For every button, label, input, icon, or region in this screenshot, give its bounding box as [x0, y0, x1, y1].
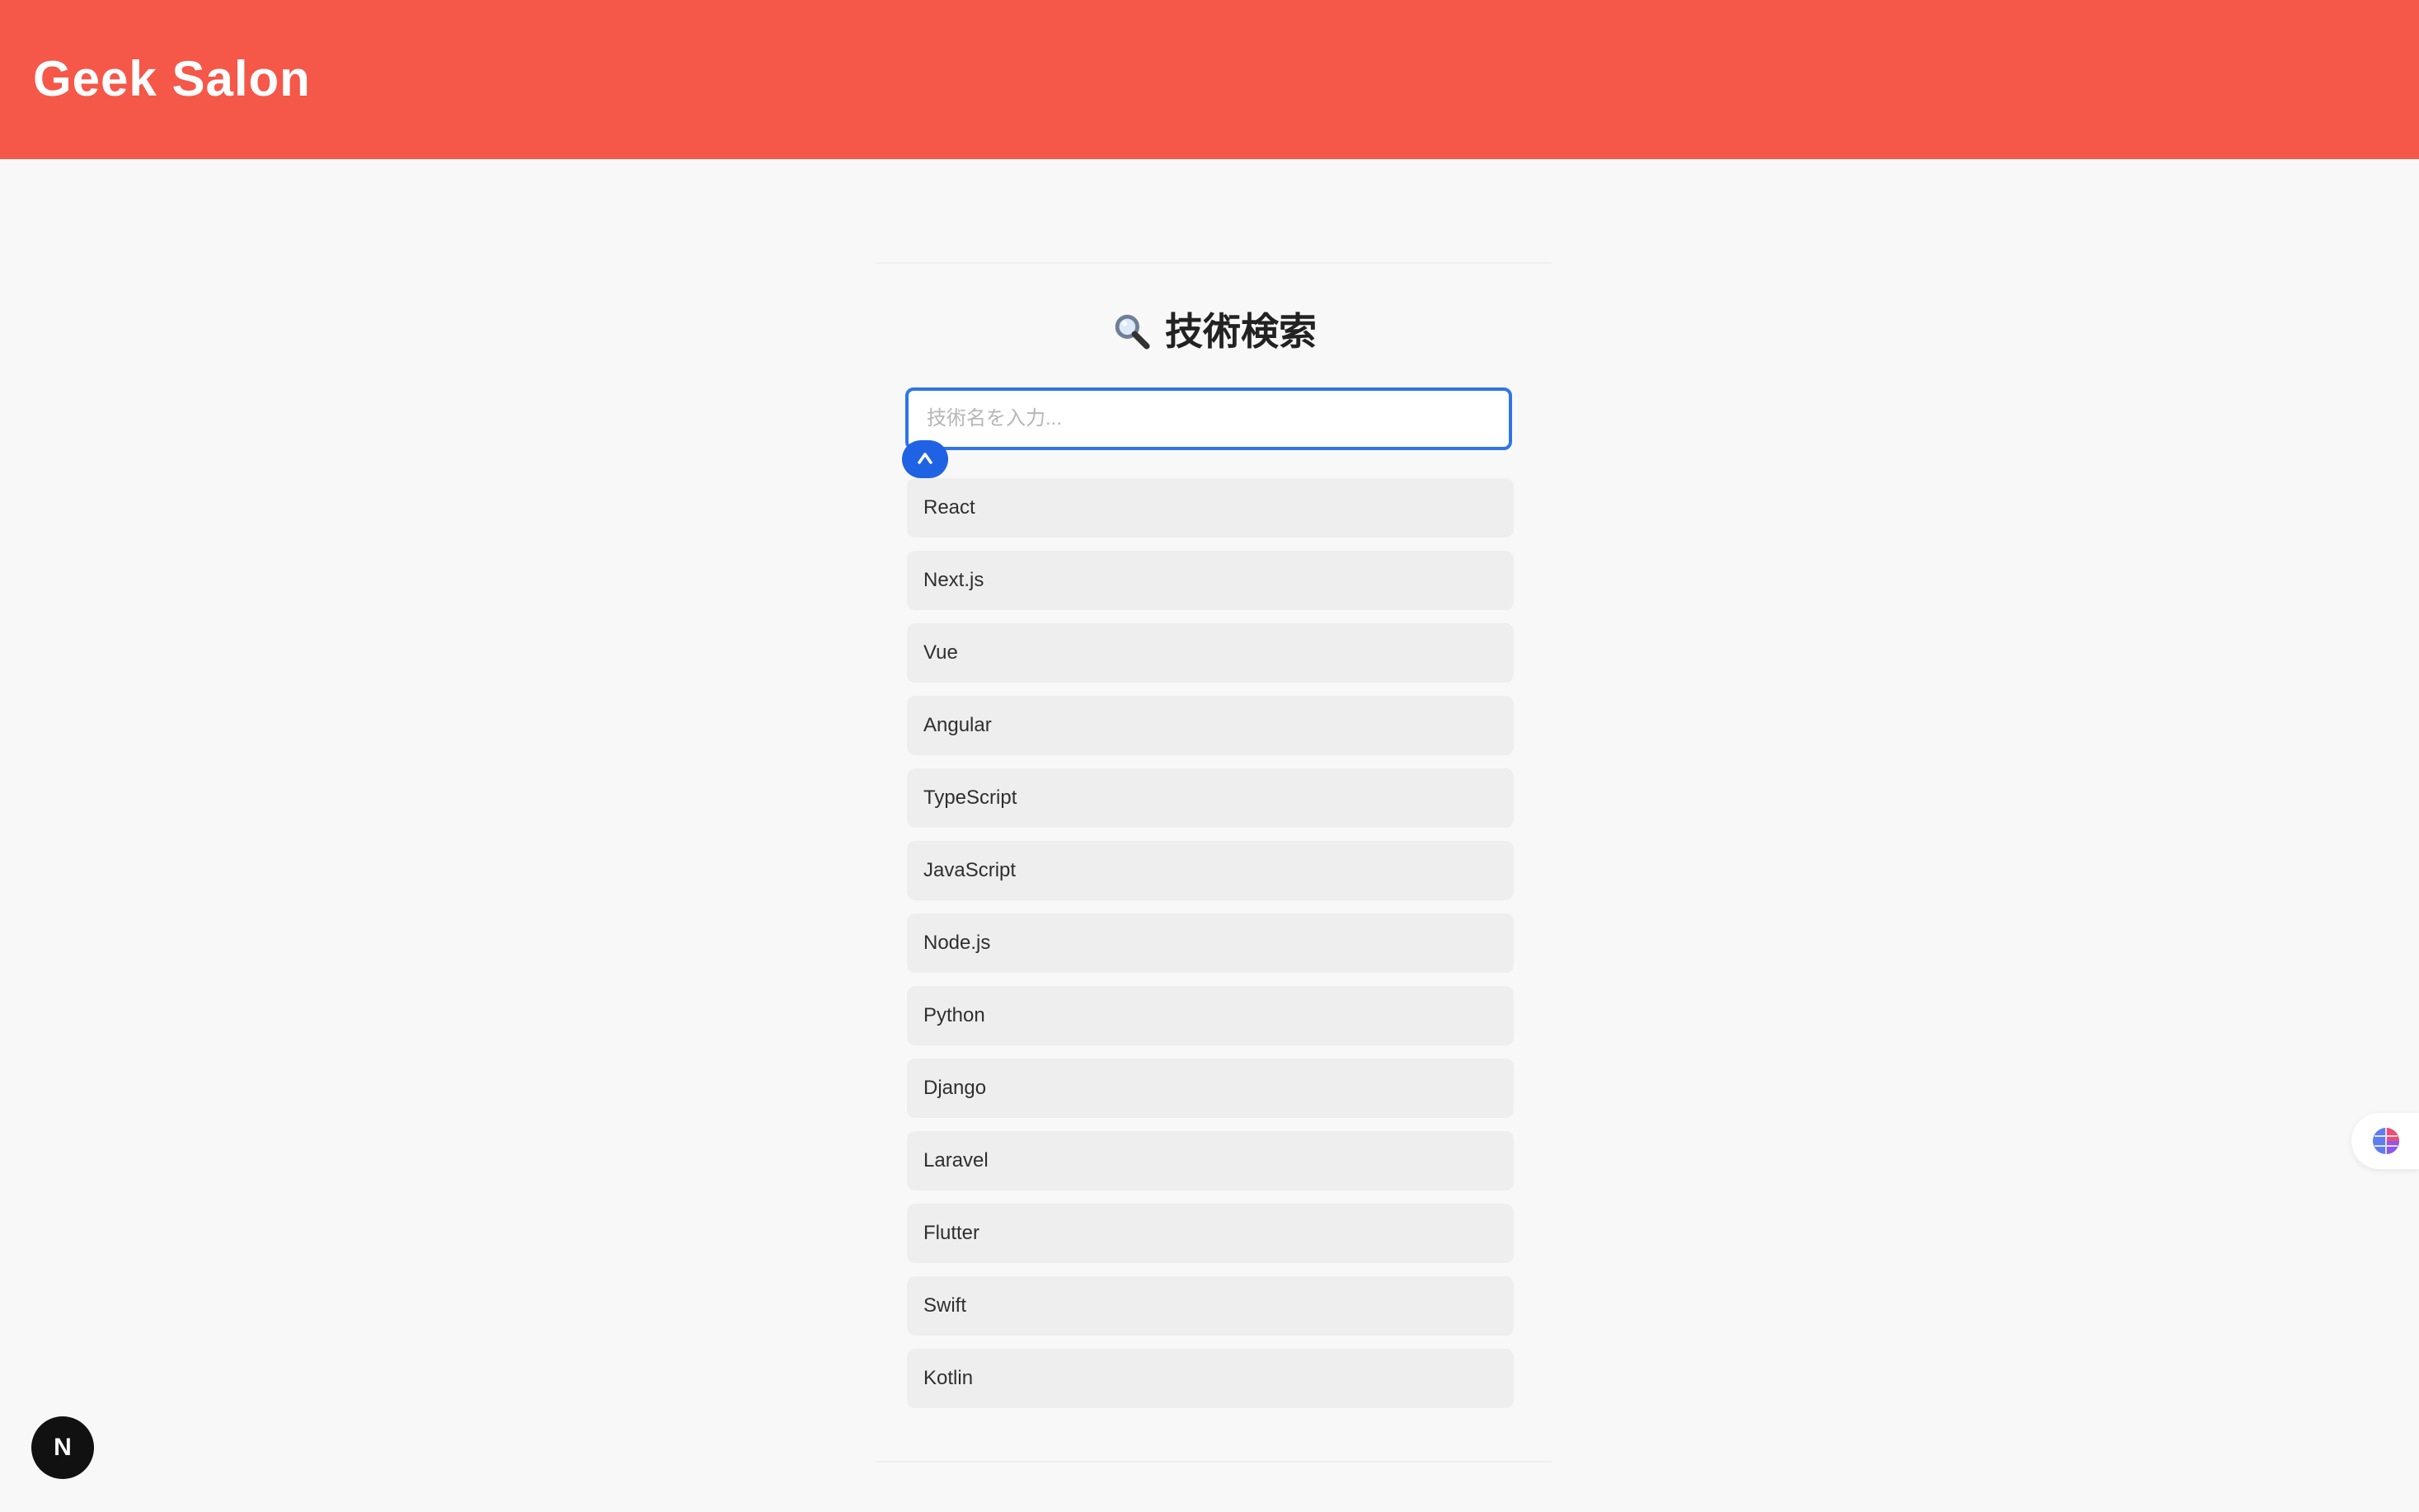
technology-result-item[interactable]: Angular [907, 696, 1514, 755]
brand-title[interactable]: Geek Salon [33, 49, 311, 109]
grammar-assistant-badge[interactable] [902, 440, 948, 478]
technology-result-item[interactable]: JavaScript [907, 841, 1514, 900]
page-title: 技術検索 [1165, 310, 1317, 353]
floating-assistant-widget[interactable] [2351, 1113, 2419, 1169]
technology-result-item[interactable]: Next.js [907, 551, 1514, 610]
technology-result-item[interactable]: Kotlin [907, 1349, 1514, 1408]
technology-result-item[interactable]: Django [907, 1059, 1514, 1118]
technology-result-item[interactable]: Node.js [907, 913, 1514, 973]
nextjs-dev-badge[interactable]: N [31, 1416, 94, 1479]
technology-search-input[interactable] [905, 387, 1512, 450]
colorful-globe-icon [2373, 1128, 2399, 1154]
technology-results-list: React Next.js Vue Angular TypeScript Jav… [907, 478, 1514, 1421]
search-icon [1115, 314, 1150, 350]
app-header: Geek Salon [0, 0, 2419, 159]
technology-result-item[interactable]: TypeScript [907, 768, 1514, 828]
technology-result-item[interactable]: Vue [907, 623, 1514, 683]
grammar-assistant-icon [918, 453, 932, 464]
nextjs-icon: N [54, 1434, 72, 1461]
technology-result-item[interactable]: Laravel [907, 1131, 1514, 1190]
search-heading: 技術検索 [1040, 305, 1387, 358]
technology-result-item[interactable]: Flutter [907, 1204, 1514, 1263]
technology-result-item[interactable]: React [907, 478, 1514, 538]
technology-result-item[interactable]: Swift [907, 1276, 1514, 1336]
technology-result-item[interactable]: Python [907, 986, 1514, 1045]
